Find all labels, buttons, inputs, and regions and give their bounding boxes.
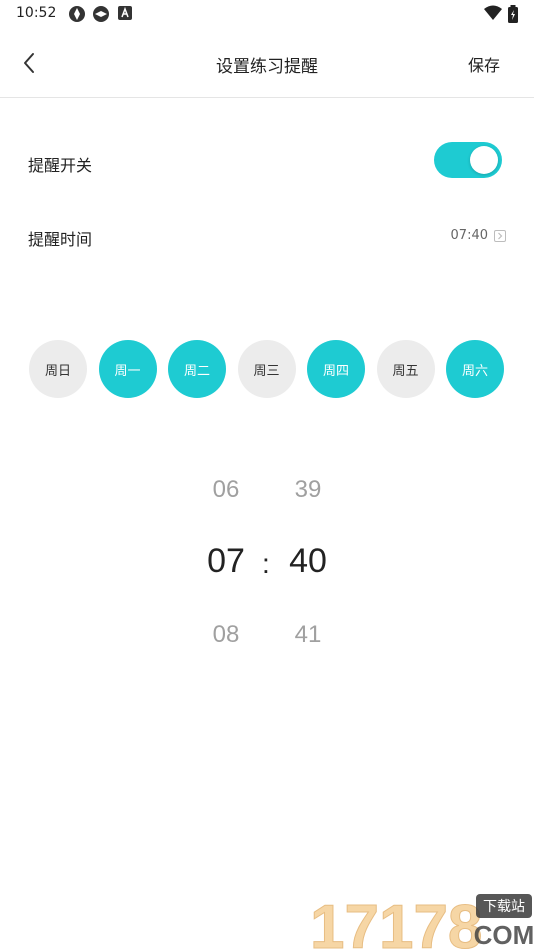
svg-text:COM: COM <box>474 920 534 950</box>
app-notification-icon <box>92 5 110 23</box>
font-notification-icon <box>118 5 136 23</box>
reminder-switch-label: 提醒开关 <box>28 156 93 175</box>
app-notification-icon <box>68 5 86 23</box>
watermark-logo: 17178 下载站 COM <box>310 890 534 950</box>
weekday-monday[interactable]: 周一 <box>98 340 157 398</box>
wifi-icon <box>484 5 502 23</box>
svg-text:下载站: 下载站 <box>483 899 525 915</box>
minute-current[interactable]: 40 <box>278 542 338 581</box>
weekday-wednesday[interactable]: 周三 <box>237 340 296 398</box>
minute-prev[interactable]: 39 <box>278 476 338 504</box>
status-bar: 10:52 <box>0 0 534 28</box>
weekday-friday[interactable]: 周五 <box>376 340 435 398</box>
reminder-toggle[interactable] <box>434 142 502 178</box>
minute-next[interactable]: 41 <box>278 621 338 649</box>
status-time: 10:52 <box>16 5 57 21</box>
page-title: 设置练习提醒 <box>216 57 318 77</box>
hour-current[interactable]: 07 <box>196 542 256 581</box>
hour-next[interactable]: 08 <box>196 621 256 649</box>
save-button[interactable]: 保存 <box>468 52 500 76</box>
practice-reminder-screen: 10:52 设置练习提醒 保存 提醒开关 提醒时间 07:40 周日 周一 周二… <box>0 0 534 950</box>
time-separator: : <box>262 548 270 579</box>
chevron-right-icon <box>494 229 506 242</box>
time-picker[interactable]: 06 07 08 : 39 40 41 <box>0 460 534 660</box>
weekday-tuesday[interactable]: 周二 <box>168 340 226 398</box>
reminder-time-value: 07:40 <box>450 228 488 243</box>
header-bar: 设置练习提醒 保存 <box>0 28 534 98</box>
weekday-thursday[interactable]: 周四 <box>307 340 365 398</box>
toggle-knob <box>470 146 498 174</box>
battery-icon <box>508 5 526 23</box>
reminder-time-selector[interactable]: 07:40 <box>451 228 506 243</box>
weekday-saturday[interactable]: 周六 <box>446 340 504 398</box>
reminder-time-label: 提醒时间 <box>28 230 93 249</box>
weekday-selector: 周日 周一 周二 周三 周四 周五 周六 <box>29 340 505 398</box>
hour-prev[interactable]: 06 <box>196 476 256 504</box>
svg-text:17178: 17178 <box>310 893 482 950</box>
weekday-sunday[interactable]: 周日 <box>29 340 87 398</box>
